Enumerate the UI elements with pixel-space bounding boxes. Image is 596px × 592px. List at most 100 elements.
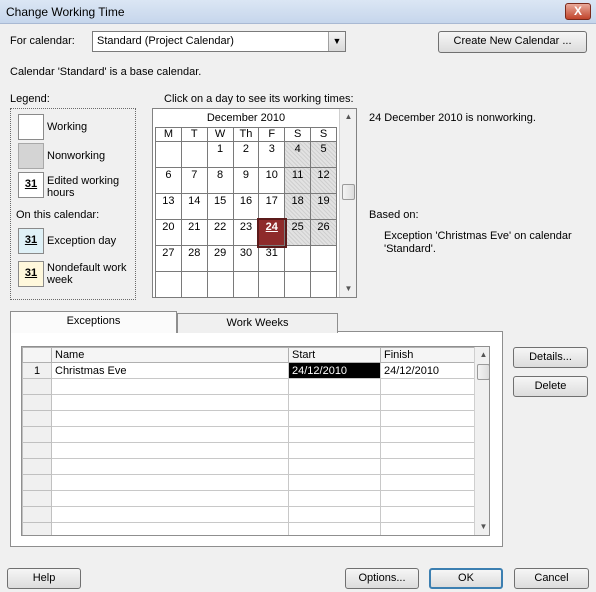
- table-cell[interactable]: [288, 506, 381, 523]
- table-cell[interactable]: [380, 394, 475, 411]
- day-cell[interactable]: 5: [310, 141, 337, 168]
- table-cell[interactable]: [51, 506, 289, 523]
- scrollbar-thumb[interactable]: [477, 364, 489, 380]
- table-cell[interactable]: [380, 378, 475, 395]
- day-cell[interactable]: 10: [258, 167, 286, 194]
- table-cell[interactable]: [288, 442, 381, 459]
- day-cell[interactable]: [232, 271, 260, 298]
- scroll-up-icon[interactable]: ▲: [340, 109, 357, 125]
- day-cell[interactable]: 30: [232, 245, 260, 272]
- exception-start-cell[interactable]: 24/12/2010: [288, 362, 381, 379]
- options-button[interactable]: Options...: [345, 568, 419, 589]
- day-cell[interactable]: [155, 141, 182, 168]
- table-cell[interactable]: [380, 506, 475, 523]
- day-cell[interactable]: [310, 271, 337, 298]
- table-cell[interactable]: [51, 442, 289, 459]
- day-cell[interactable]: 29: [206, 245, 234, 272]
- row-number[interactable]: [22, 442, 52, 459]
- column-header-finish[interactable]: Finish: [380, 347, 475, 363]
- day-cell[interactable]: [284, 271, 312, 298]
- day-cell[interactable]: 14: [180, 193, 208, 220]
- day-cell[interactable]: [180, 141, 208, 168]
- selected-day-cell[interactable]: 24: [256, 217, 287, 248]
- table-cell[interactable]: [380, 458, 475, 475]
- exception-finish-cell[interactable]: 24/12/2010: [380, 362, 475, 379]
- row-number[interactable]: [22, 458, 52, 475]
- day-cell[interactable]: 20: [155, 219, 182, 246]
- table-cell[interactable]: [51, 426, 289, 443]
- table-cell[interactable]: [380, 474, 475, 491]
- table-cell[interactable]: [288, 474, 381, 491]
- day-cell[interactable]: [180, 271, 208, 298]
- row-number[interactable]: 1: [22, 362, 52, 379]
- day-cell[interactable]: 27: [155, 245, 182, 272]
- day-cell[interactable]: [206, 271, 234, 298]
- table-cell[interactable]: [51, 458, 289, 475]
- table-cell[interactable]: [51, 490, 289, 507]
- exception-name-cell[interactable]: Christmas Eve: [51, 362, 289, 379]
- row-number[interactable]: [22, 506, 52, 523]
- table-cell[interactable]: [288, 458, 381, 475]
- day-cell[interactable]: 22: [206, 219, 234, 246]
- row-number[interactable]: [22, 474, 52, 491]
- table-scrollbar[interactable]: ▲ ▼: [474, 347, 489, 535]
- tab-exceptions[interactable]: Exceptions: [10, 311, 177, 333]
- day-cell[interactable]: 23: [232, 219, 260, 246]
- table-cell[interactable]: [380, 426, 475, 443]
- row-number[interactable]: [22, 410, 52, 427]
- table-cell[interactable]: [288, 522, 381, 535]
- table-cell[interactable]: [288, 410, 381, 427]
- create-new-calendar-button[interactable]: Create New Calendar ...: [438, 31, 587, 53]
- day-cell[interactable]: 16: [232, 193, 260, 220]
- day-cell[interactable]: 21: [180, 219, 208, 246]
- tab-work-weeks[interactable]: Work Weeks: [177, 313, 338, 333]
- day-cell[interactable]: 25: [284, 219, 312, 246]
- calendar-scrollbar[interactable]: ▲ ▼: [339, 109, 356, 297]
- calendar-select[interactable]: Standard (Project Calendar) ▼: [92, 31, 346, 52]
- table-cell[interactable]: [380, 410, 475, 427]
- day-cell[interactable]: 13: [155, 193, 182, 220]
- table-cell[interactable]: [51, 522, 289, 535]
- scroll-down-icon[interactable]: ▼: [340, 281, 357, 297]
- row-number[interactable]: [22, 522, 52, 535]
- day-cell[interactable]: [284, 245, 312, 272]
- chevron-down-icon[interactable]: ▼: [328, 32, 345, 51]
- day-cell[interactable]: 17: [258, 193, 286, 220]
- day-cell[interactable]: 3: [258, 141, 286, 168]
- table-cell[interactable]: [51, 410, 289, 427]
- column-header-name[interactable]: Name: [51, 347, 289, 363]
- scrollbar-thumb[interactable]: [342, 184, 355, 200]
- row-number[interactable]: [22, 394, 52, 411]
- day-cell[interactable]: 28: [180, 245, 208, 272]
- table-cell[interactable]: [380, 442, 475, 459]
- day-cell[interactable]: 12: [310, 167, 337, 194]
- day-cell[interactable]: 11: [284, 167, 312, 194]
- delete-button[interactable]: Delete: [513, 376, 588, 397]
- day-cell[interactable]: 31: [258, 245, 286, 272]
- ok-button[interactable]: OK: [429, 568, 503, 589]
- day-cell[interactable]: 26: [310, 219, 337, 246]
- table-cell[interactable]: [380, 522, 475, 535]
- day-cell[interactable]: 7: [180, 167, 208, 194]
- day-cell[interactable]: 6: [155, 167, 182, 194]
- table-cell[interactable]: [288, 378, 381, 395]
- table-cell[interactable]: [288, 394, 381, 411]
- day-cell[interactable]: [155, 271, 182, 298]
- table-cell[interactable]: [51, 378, 289, 395]
- day-cell[interactable]: 1: [206, 141, 234, 168]
- row-number[interactable]: [22, 378, 52, 395]
- row-number[interactable]: [22, 490, 52, 507]
- close-button[interactable]: X: [565, 3, 591, 20]
- day-cell[interactable]: 8: [206, 167, 234, 194]
- day-cell[interactable]: 2: [232, 141, 260, 168]
- table-cell[interactable]: [288, 426, 381, 443]
- day-cell[interactable]: [258, 271, 286, 298]
- table-cell[interactable]: [288, 490, 381, 507]
- cancel-button[interactable]: Cancel: [514, 568, 589, 589]
- table-cell[interactable]: [51, 474, 289, 491]
- day-cell[interactable]: 18: [284, 193, 312, 220]
- table-cell[interactable]: [380, 490, 475, 507]
- row-number[interactable]: [22, 426, 52, 443]
- day-cell[interactable]: 15: [206, 193, 234, 220]
- details-button[interactable]: Details...: [513, 347, 588, 368]
